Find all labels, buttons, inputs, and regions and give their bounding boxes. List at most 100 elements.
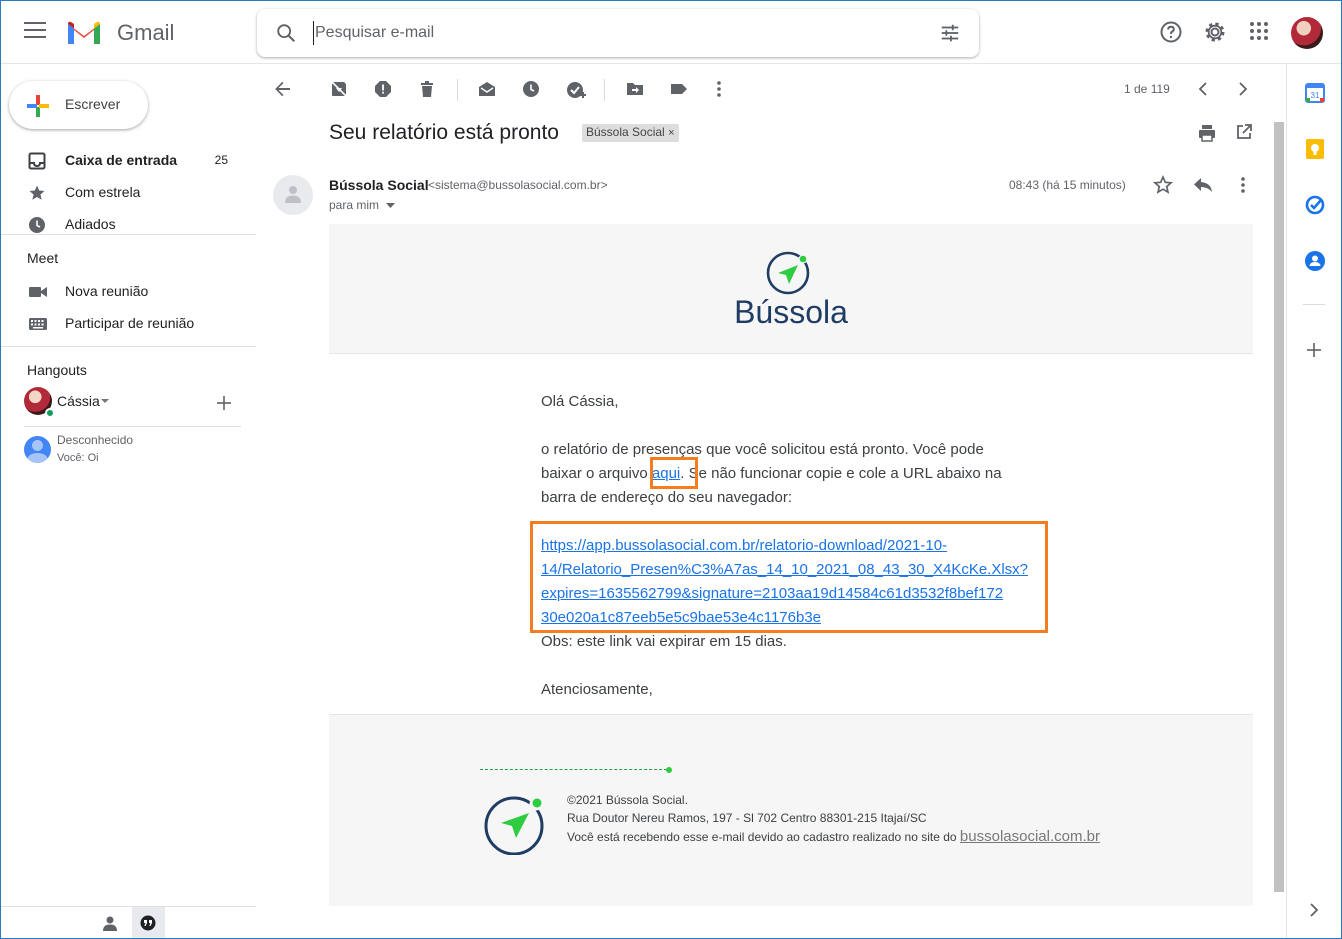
- message-label-chip[interactable]: Bússola Social ×: [582, 124, 679, 142]
- sidebar-item-label: Participar de reunião: [65, 315, 195, 331]
- sidebar-item-label: Adiados: [65, 216, 116, 232]
- download-url-link[interactable]: https://app.bussolasocial.com.br/relator…: [541, 534, 1041, 630]
- scrollbar-thumb[interactable]: [1274, 122, 1284, 892]
- delete-trash-icon[interactable]: [418, 80, 436, 98]
- expand-panel-chevron-icon[interactable]: [1309, 903, 1319, 917]
- brand-wordmark: Bússola: [734, 294, 848, 330]
- inbox-unread-count: 25: [214, 153, 228, 167]
- tasks-icon[interactable]: [1305, 195, 1325, 215]
- mark-unread-icon[interactable]: [478, 80, 496, 98]
- reply-arrow-icon[interactable]: [1193, 177, 1213, 193]
- label-tag-icon[interactable]: [670, 80, 688, 98]
- search-icon[interactable]: [275, 22, 297, 44]
- footer-notice-text: Você está recebendo esse e-mail devido a…: [567, 830, 960, 844]
- email-footer: ©2021 Bússola Social. Rua Doutor Nereu R…: [329, 714, 1253, 906]
- paragraph-line-3: barra de endereço do seu navegador:: [541, 489, 793, 506]
- inbox-icon: [28, 152, 46, 170]
- hangouts-contact[interactable]: Desconhecido Você: Oi: [0, 430, 256, 468]
- move-to-icon[interactable]: [626, 80, 644, 98]
- url-line[interactable]: 30e020a1c87eeb5e5c9bae53e4c1176b3e: [541, 609, 821, 626]
- toolbar-separator: [457, 79, 458, 101]
- calendar-icon[interactable]: 31: [1305, 83, 1325, 103]
- url-line[interactable]: https://app.bussolasocial.com.br/relator…: [541, 537, 947, 554]
- gmail-logo[interactable]: [66, 20, 102, 46]
- paragraph-text: . Se não funcionar copie e cole a URL ab…: [680, 465, 1002, 482]
- keep-notes-icon[interactable]: [1306, 139, 1324, 159]
- add-contact-plus-icon[interactable]: [217, 396, 231, 410]
- person-icon[interactable]: [102, 915, 118, 931]
- footer-site-link[interactable]: bussolasocial.com.br: [960, 828, 1100, 845]
- star-outline-icon[interactable]: [1153, 175, 1173, 195]
- pagination-count: 1 de 119: [1124, 82, 1170, 96]
- chevron-down-icon[interactable]: [386, 203, 396, 209]
- paragraph-line-2: baixar o arquivo aqui. Se não funcionar …: [541, 462, 1061, 486]
- chevron-down-icon[interactable]: [101, 399, 109, 404]
- settings-gear-icon[interactable]: [1203, 20, 1227, 44]
- url-line[interactable]: 14/Relatorio_Presen%C3%A7as_14_10_2021_0…: [541, 561, 1028, 578]
- toolbar-separator: [604, 79, 605, 101]
- help-icon[interactable]: [1159, 20, 1183, 44]
- remove-label-x-icon[interactable]: ×: [668, 127, 674, 139]
- print-icon[interactable]: [1198, 124, 1216, 142]
- hangouts-section-title: Hangouts: [27, 362, 87, 378]
- open-in-new-window-icon[interactable]: [1236, 124, 1252, 140]
- sidebar-divider: [0, 234, 256, 235]
- sidebar-item-new-meeting[interactable]: Nova reunião: [0, 275, 256, 307]
- video-camera-icon: [29, 287, 47, 297]
- sidebar-item-snoozed[interactable]: Adiados: [0, 208, 256, 240]
- account-avatar[interactable]: [1291, 17, 1323, 49]
- hangouts-quote-icon[interactable]: [140, 915, 156, 932]
- search-input[interactable]: [313, 21, 873, 45]
- get-addons-plus-icon[interactable]: [1307, 343, 1321, 357]
- footer-address: Rua Doutor Nereu Ramos, 197 - Sl 702 Cen…: [567, 811, 927, 825]
- next-chevron-icon[interactable]: [1236, 80, 1250, 98]
- contact-avatar: [24, 436, 51, 463]
- paragraph-text: baixar o arquivo: [541, 465, 652, 482]
- url-line[interactable]: expires=1635562799&signature=2103aa19d14…: [541, 585, 1003, 602]
- email-greeting: Olá Cássia,: [541, 393, 619, 410]
- bussola-footer-logo: [484, 796, 544, 855]
- label-chip-text: Bússola Social: [586, 125, 665, 139]
- footer-notice: Você está recebendo esse e-mail devido a…: [567, 828, 1100, 845]
- search-options-icon[interactable]: [939, 22, 961, 44]
- sender-avatar[interactable]: [273, 175, 313, 215]
- gmail-wordmark: Gmail: [117, 20, 175, 45]
- back-arrow-icon[interactable]: [274, 80, 292, 98]
- default-person-icon: [285, 186, 301, 203]
- footer-copyright: ©2021 Bússola Social.: [567, 793, 688, 807]
- sidebar-item-starred[interactable]: Com estrela: [0, 176, 256, 208]
- main-menu-icon[interactable]: [24, 22, 46, 42]
- sidebar-item-inbox[interactable]: Caixa de entrada 25: [0, 144, 256, 176]
- contacts-icon[interactable]: [1305, 251, 1325, 271]
- recipients-toggle[interactable]: para mim: [329, 198, 396, 212]
- sidebar-bottom-bar: [0, 906, 256, 939]
- snooze-clock-icon[interactable]: [522, 80, 540, 98]
- clock-icon: [29, 217, 45, 233]
- paragraph-line-1: o relatório de presenças que você solici…: [541, 441, 984, 458]
- compose-plus-icon: [27, 95, 49, 117]
- side-panel: 31: [1286, 64, 1342, 939]
- email-obs: Obs: este link vai expirar em 15 dias.: [541, 633, 787, 650]
- email-closing: Atenciosamente,: [541, 681, 653, 698]
- add-to-tasks-icon[interactable]: [566, 80, 586, 100]
- apps-grid-icon[interactable]: [1248, 20, 1270, 42]
- hangouts-divider: [24, 426, 241, 427]
- more-options-icon[interactable]: [711, 80, 727, 98]
- archive-icon[interactable]: [330, 80, 348, 98]
- download-here-link[interactable]: aqui: [652, 465, 680, 482]
- report-spam-icon[interactable]: [374, 80, 392, 98]
- hangouts-user-name[interactable]: Cássia: [57, 393, 100, 409]
- bussola-compass-logo: [766, 251, 810, 295]
- message-time: 08:43 (há 15 minutos): [1009, 178, 1126, 192]
- search-bar[interactable]: [257, 9, 979, 57]
- sidebar-item-join-meeting[interactable]: Participar de reunião: [0, 307, 256, 339]
- keyboard-icon: [29, 318, 47, 330]
- compose-button[interactable]: Escrever: [9, 81, 148, 129]
- compose-label: Escrever: [65, 96, 121, 112]
- sender-name[interactable]: Bússola Social: [329, 177, 429, 193]
- previous-chevron-icon[interactable]: [1196, 80, 1210, 98]
- sidebar-item-label: Caixa de entrada: [65, 152, 178, 168]
- star-icon: [29, 185, 45, 200]
- message-more-options-icon[interactable]: [1235, 176, 1251, 194]
- message-subject: Seu relatório está pronto: [329, 121, 559, 144]
